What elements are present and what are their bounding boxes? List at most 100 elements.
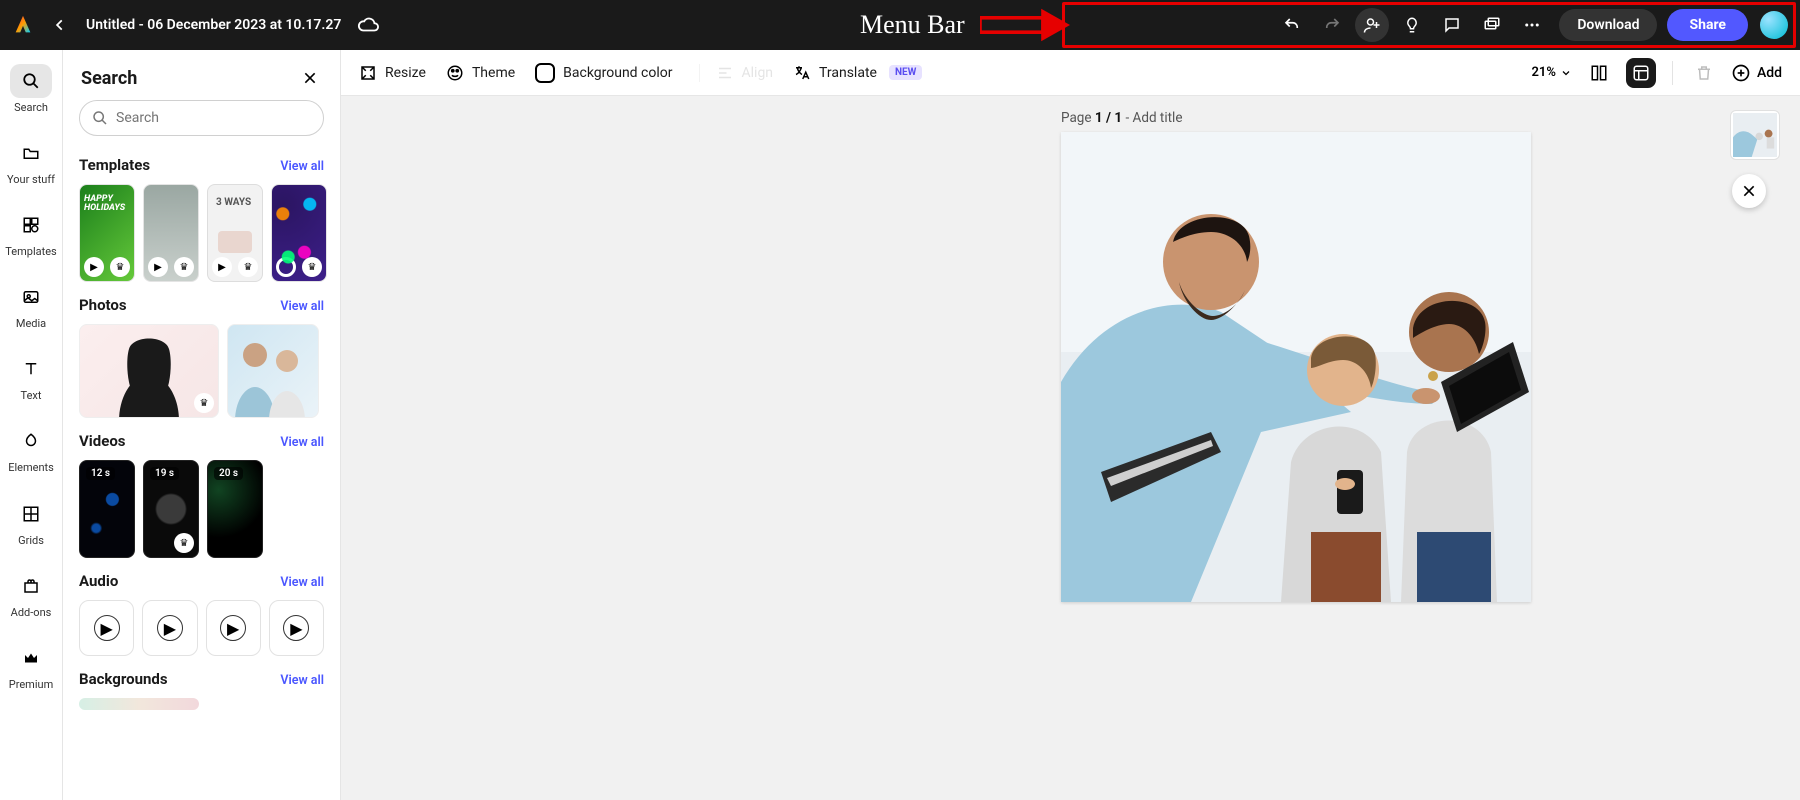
align-icon (716, 64, 734, 82)
templates-icon (10, 208, 52, 242)
video-thumb[interactable]: 20 s (207, 460, 263, 558)
view-timeline-button[interactable] (1626, 58, 1656, 88)
play-icon: ▶ (212, 257, 232, 277)
rail-item-text[interactable]: Text (0, 348, 62, 406)
premium-crown-icon: ♛ (194, 393, 214, 413)
resize-button[interactable]: Resize (359, 64, 426, 82)
audio-thumb[interactable]: ▶ (79, 600, 134, 656)
page-number: 1 / 1 (1095, 110, 1122, 126)
media-icon (10, 280, 52, 314)
viewall-audio[interactable]: View all (280, 575, 324, 590)
rail-item-addons[interactable]: Add-ons (0, 565, 62, 623)
document-title[interactable]: Untitled - 06 December 2023 at 10.17.27 (86, 17, 341, 33)
align-label: Align (742, 65, 774, 81)
adobe-express-logo-icon[interactable] (12, 14, 34, 36)
template-thumb[interactable]: ▶♛ (79, 184, 135, 282)
audio-thumb[interactable]: ▶ (142, 600, 197, 656)
canvas-area: Resize Theme Background color Align Tran… (341, 50, 1800, 800)
photos-row: ♛ (79, 324, 324, 418)
new-badge: NEW (889, 65, 922, 80)
panel-title: Search (81, 68, 137, 89)
annotation-arrow-icon (980, 6, 1070, 44)
rail-item-premium[interactable]: Premium (0, 637, 62, 695)
redo-button[interactable] (1315, 8, 1349, 42)
viewall-photos[interactable]: View all (280, 299, 324, 314)
present-button[interactable] (1475, 8, 1509, 42)
photo-thumb[interactable]: ♛ (79, 324, 219, 418)
video-duration: 12 s (86, 467, 115, 480)
panel-close-button[interactable] (298, 66, 322, 90)
page-suffix: - Add title (1122, 110, 1182, 126)
plus-circle-icon (1731, 63, 1751, 83)
viewall-backgrounds[interactable]: View all (280, 673, 324, 688)
backgrounds-row (79, 698, 324, 710)
rail-label-media: Media (16, 318, 46, 330)
more-menu-button[interactable] (1515, 8, 1549, 42)
rail-item-search[interactable]: Search (0, 60, 62, 118)
play-icon: ▶ (148, 257, 168, 277)
audio-thumb[interactable]: ▶ (269, 600, 324, 656)
color-swatch-icon (535, 63, 555, 83)
zoom-dropdown[interactable]: 21% (1531, 65, 1571, 80)
premium-crown-icon: ♛ (174, 257, 194, 277)
premium-crown-icon: ♛ (110, 257, 130, 277)
back-button[interactable] (44, 9, 76, 41)
addons-icon (10, 569, 52, 603)
background-thumb[interactable] (79, 698, 199, 710)
search-panel: Search Templates View all ▶♛ ▶♛ ▶♛ ♛ (63, 50, 341, 800)
video-thumb[interactable]: 19 s ♛ (143, 460, 199, 558)
template-thumb[interactable]: ▶♛ (207, 184, 263, 282)
add-page-button[interactable]: Add (1731, 63, 1782, 83)
background-color-button[interactable]: Background color (535, 63, 672, 83)
viewall-templates[interactable]: View all (280, 159, 324, 174)
template-thumb[interactable]: ▶♛ (143, 184, 199, 282)
section-title-backgrounds: Backgrounds (79, 670, 168, 688)
share-button[interactable]: Share (1667, 9, 1748, 41)
search-input[interactable] (116, 110, 311, 126)
bgcolor-label: Background color (563, 65, 672, 81)
rail-item-media[interactable]: Media (0, 276, 62, 334)
loop-icon (276, 257, 296, 277)
rail-item-your-stuff[interactable]: Your stuff (0, 132, 62, 190)
close-thumbnails-button[interactable] (1732, 174, 1766, 208)
cloud-sync-icon[interactable] (355, 12, 381, 38)
audio-thumb[interactable]: ▶ (206, 600, 261, 656)
rail-label-templates: Templates (5, 246, 56, 258)
search-icon (10, 64, 52, 98)
photo-thumb[interactable] (227, 324, 319, 418)
theme-button[interactable]: Theme (446, 64, 515, 82)
video-thumb[interactable]: 12 s (79, 460, 135, 558)
viewall-videos[interactable]: View all (280, 435, 324, 450)
left-rail: Search Your stuff Templates Media Text E… (0, 50, 63, 800)
rail-item-templates[interactable]: Templates (0, 204, 62, 262)
add-label: Add (1757, 65, 1782, 81)
panel-scroll[interactable]: Templates View all ▶♛ ▶♛ ▶♛ ♛ Photos Vie… (63, 148, 340, 744)
search-input-wrap[interactable] (79, 100, 324, 136)
artboard[interactable] (1061, 132, 1531, 602)
comment-button[interactable] (1435, 8, 1469, 42)
download-button[interactable]: Download (1559, 9, 1657, 41)
text-icon (10, 352, 52, 386)
video-duration: 19 s (150, 467, 179, 480)
play-icon: ▶ (283, 615, 309, 641)
premium-crown-icon: ♛ (174, 533, 194, 553)
videos-row: 12 s 19 s ♛ 20 s (79, 460, 324, 558)
chevron-down-icon (1560, 67, 1572, 79)
invite-user-button[interactable] (1355, 8, 1389, 42)
view-grid-button[interactable] (1584, 58, 1614, 88)
template-thumb[interactable]: ♛ (271, 184, 327, 282)
user-avatar[interactable] (1760, 11, 1788, 39)
premium-crown-icon (10, 641, 52, 675)
zoom-value: 21% (1531, 65, 1555, 80)
rail-label-premium: Premium (9, 679, 53, 691)
undo-button[interactable] (1275, 8, 1309, 42)
translate-button[interactable]: Translate NEW (793, 64, 922, 82)
lightbulb-tips-button[interactable] (1395, 8, 1429, 42)
toolbar-separator (1672, 61, 1673, 85)
page-thumbnail[interactable] (1730, 110, 1780, 160)
page-label[interactable]: Page 1 / 1 - Add title (1061, 110, 1182, 126)
premium-crown-icon: ♛ (238, 257, 258, 277)
rail-item-elements[interactable]: Elements (0, 420, 62, 478)
workspace[interactable]: Page 1 / 1 - Add title (341, 96, 1800, 800)
rail-item-grids[interactable]: Grids (0, 493, 62, 551)
